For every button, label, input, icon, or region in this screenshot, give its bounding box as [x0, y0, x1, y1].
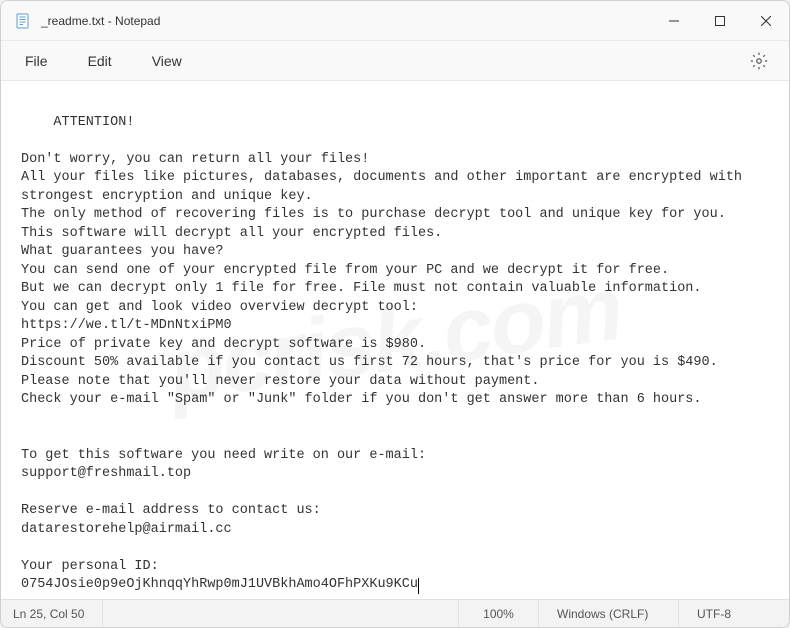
- status-line-ending: Windows (CRLF): [539, 600, 679, 627]
- window-controls: [651, 1, 789, 40]
- document-body: ATTENTION! Don't worry, you can return a…: [21, 115, 750, 593]
- menubar: File Edit View: [1, 41, 789, 81]
- menu-file[interactable]: File: [9, 47, 64, 75]
- status-zoom[interactable]: 100%: [459, 600, 539, 627]
- settings-button[interactable]: [741, 43, 777, 79]
- close-button[interactable]: [743, 1, 789, 40]
- menu-view[interactable]: View: [136, 47, 198, 75]
- notepad-window: _readme.txt - Notepad File Edit View pc: [0, 0, 790, 628]
- maximize-button[interactable]: [697, 1, 743, 40]
- statusbar: Ln 25, Col 50 100% Windows (CRLF) UTF-8: [1, 599, 789, 627]
- text-editor-area[interactable]: pcrisk.comATTENTION! Don't worry, you ca…: [1, 81, 789, 599]
- minimize-button[interactable]: [651, 1, 697, 40]
- window-title: _readme.txt - Notepad: [41, 14, 160, 28]
- menu-edit[interactable]: Edit: [72, 47, 128, 75]
- text-caret: [418, 578, 419, 594]
- status-line-col: Ln 25, Col 50: [1, 600, 103, 627]
- status-encoding: UTF-8: [679, 600, 789, 627]
- titlebar: _readme.txt - Notepad: [1, 1, 789, 41]
- status-spacer: [103, 600, 459, 627]
- notepad-app-icon: [15, 13, 31, 29]
